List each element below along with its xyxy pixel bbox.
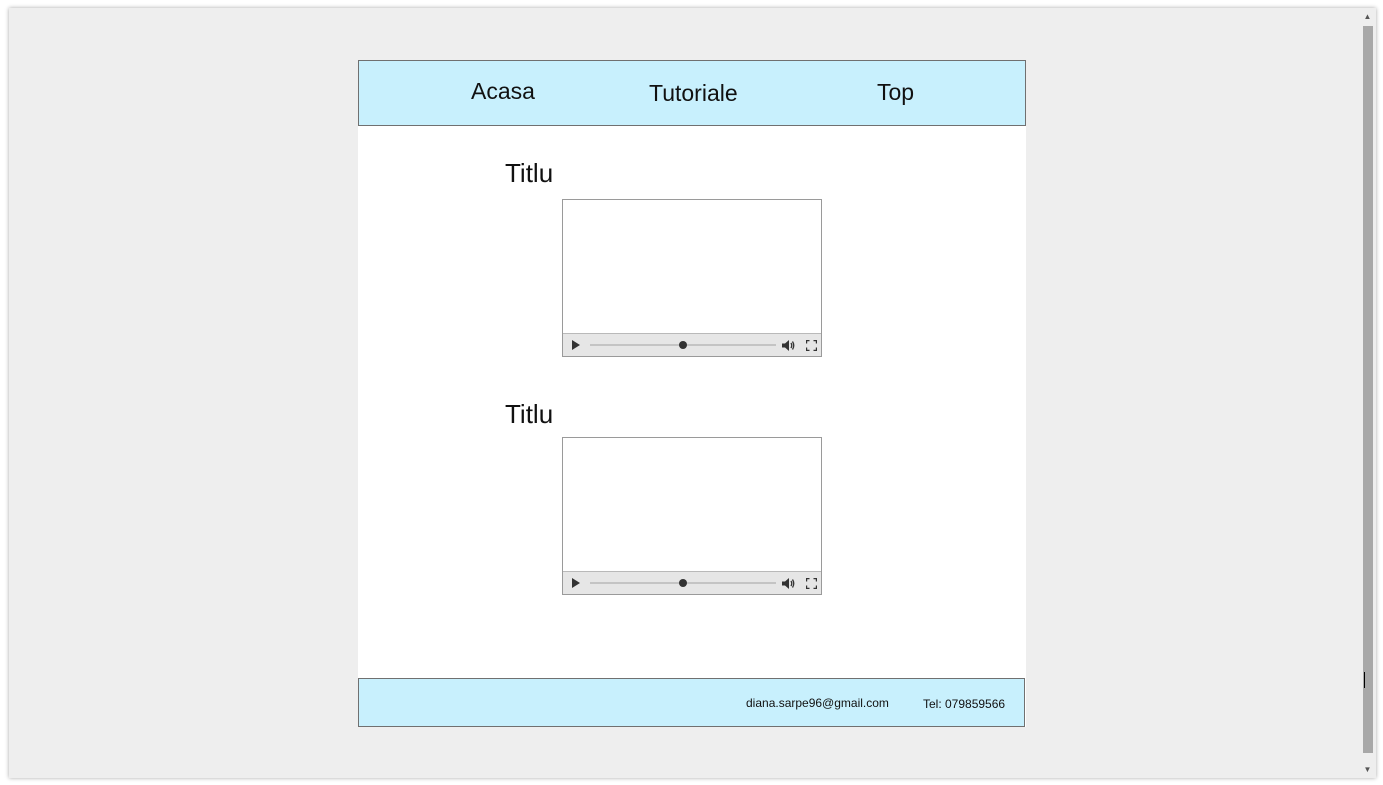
play-icon[interactable]	[572, 340, 580, 350]
nav-link-acasa[interactable]: Acasa	[471, 78, 535, 105]
seek-bar[interactable]	[590, 341, 776, 349]
seek-thumb[interactable]	[679, 341, 687, 349]
nav-link-top[interactable]: Top	[877, 79, 914, 106]
nav-bar: Acasa Tutoriale Top	[358, 60, 1026, 126]
volume-icon[interactable]	[781, 339, 795, 352]
text-cursor	[1364, 672, 1365, 688]
nav-link-tutoriale[interactable]: Tutoriale	[649, 80, 738, 107]
page-container: Acasa Tutoriale Top Titlu Titlu diana.sa…	[358, 60, 1026, 727]
seek-thumb[interactable]	[679, 579, 687, 587]
video-controls	[563, 571, 821, 594]
video-title: Titlu	[505, 399, 554, 429]
fullscreen-icon[interactable]	[806, 578, 817, 589]
play-icon[interactable]	[572, 578, 580, 588]
arrow-down-icon[interactable]: ▼	[1359, 761, 1376, 778]
footer: diana.sarpe96@gmail.com Tel: 079859566	[358, 678, 1025, 727]
fullscreen-icon[interactable]	[806, 340, 817, 351]
footer-phone: Tel: 079859566	[923, 697, 1006, 711]
footer-email: diana.sarpe96@gmail.com	[746, 696, 889, 710]
volume-icon[interactable]	[781, 577, 795, 590]
video-title: Titlu	[505, 158, 554, 188]
video-player[interactable]	[562, 437, 822, 595]
seek-bar[interactable]	[590, 579, 776, 587]
browser-viewport: Acasa Tutoriale Top Titlu Titlu diana.sa…	[9, 8, 1376, 778]
vertical-scrollbar[interactable]: ▲ ▼	[1359, 8, 1376, 778]
video-controls	[563, 333, 821, 356]
video-player[interactable]	[562, 199, 822, 357]
scrollbar-thumb[interactable]	[1363, 26, 1373, 753]
arrow-up-icon[interactable]: ▲	[1359, 8, 1376, 25]
